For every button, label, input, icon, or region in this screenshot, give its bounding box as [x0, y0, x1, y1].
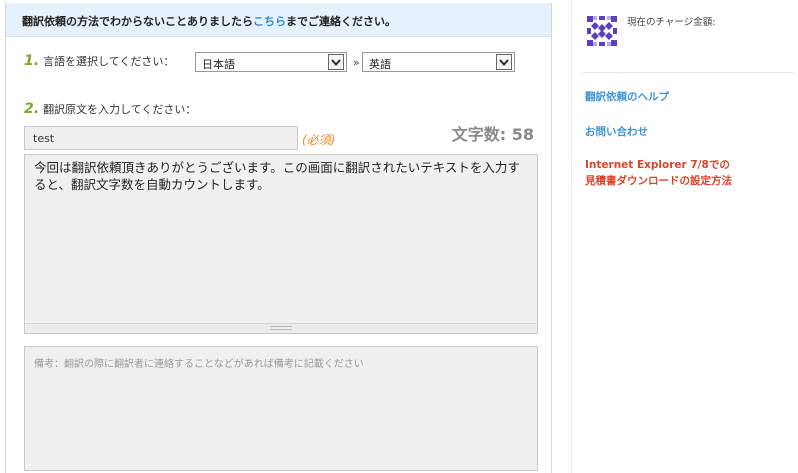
source-language-select[interactable]: 日本語: [195, 52, 347, 72]
step1-heading: 1. 言語を選択してください：: [24, 53, 174, 69]
notice-text-before: 翻訳依頼の方法でわからないことありましたら: [22, 15, 253, 28]
contact-link[interactable]: お問い合わせ: [585, 124, 648, 139]
remarks-placeholder: 備考：翻訳の際に翻訳者に連絡することなどがあれば備考に記載ください: [34, 359, 364, 370]
grip-icon[interactable]: [270, 326, 292, 330]
step1-number: 1.: [24, 53, 40, 69]
avatar-identicon: [585, 14, 619, 48]
required-label: (必須): [302, 133, 336, 147]
help-notice-text: 翻訳依頼の方法でわからないことありましたらこちらまでご連絡ください。: [22, 13, 396, 29]
remarks-textarea[interactable]: 備考：翻訳の際に翻訳者に連絡することなどがあれば備考に記載ください: [24, 346, 538, 471]
step2-heading: 2. 翻訳原文を入力してください：: [24, 101, 196, 117]
char-count: 文字数: 58: [452, 121, 534, 145]
source-text-value: 今回は翻訳依頼頂きありがとうございます。この画面に翻訳されたいテキストを入力する…: [34, 160, 520, 192]
sidebar: 現在のチャージ金額: 翻訳依頼のヘルプ お問い合わせ Internet Expl…: [583, 0, 793, 473]
sidebar-divider: [571, 0, 572, 473]
ie-settings-link-line1: Internet Explorer 7/8での: [585, 159, 730, 171]
contact-here-link[interactable]: こちら: [253, 15, 286, 28]
step2-number: 2.: [24, 101, 40, 117]
current-charge-label: 現在のチャージ金額:: [627, 17, 716, 28]
sidebar-separator: [583, 72, 793, 73]
translation-form-panel: 翻訳依頼の方法でわからないことありましたらこちらまでご連絡ください。 1. 言語を…: [5, 3, 552, 473]
target-language-select[interactable]: 英語: [362, 52, 515, 72]
char-count-label: 文字数:: [451, 125, 507, 144]
language-separator: »: [353, 56, 360, 69]
source-language-value: 日本語: [202, 58, 235, 71]
target-language-value: 英語: [369, 58, 391, 71]
ie-settings-link-line2: 見積書ダウンロードの設定方法: [585, 175, 732, 187]
chevron-down-icon[interactable]: [496, 54, 512, 70]
ie-settings-link[interactable]: Internet Explorer 7/8での 見積書ダウンロードの設定方法: [585, 157, 732, 189]
step1-label: 言語を選択してください：: [43, 55, 175, 68]
source-text-area[interactable]: 今回は翻訳依頼頂きありがとうございます。この画面に翻訳されたいテキストを入力する…: [24, 154, 538, 334]
notice-text-after: までご連絡ください。: [286, 15, 396, 28]
chevron-down-icon[interactable]: [328, 54, 344, 70]
step2-label: 翻訳原文を入力してください：: [43, 103, 197, 116]
translation-help-link[interactable]: 翻訳依頼のヘルプ: [585, 89, 669, 104]
help-notice-banner: 翻訳依頼の方法でわからないことありましたらこちらまでご連絡ください。: [6, 3, 551, 37]
char-count-value: 58: [511, 125, 534, 144]
textarea-resize-handle[interactable]: [25, 323, 537, 333]
title-input[interactable]: test: [24, 126, 298, 150]
